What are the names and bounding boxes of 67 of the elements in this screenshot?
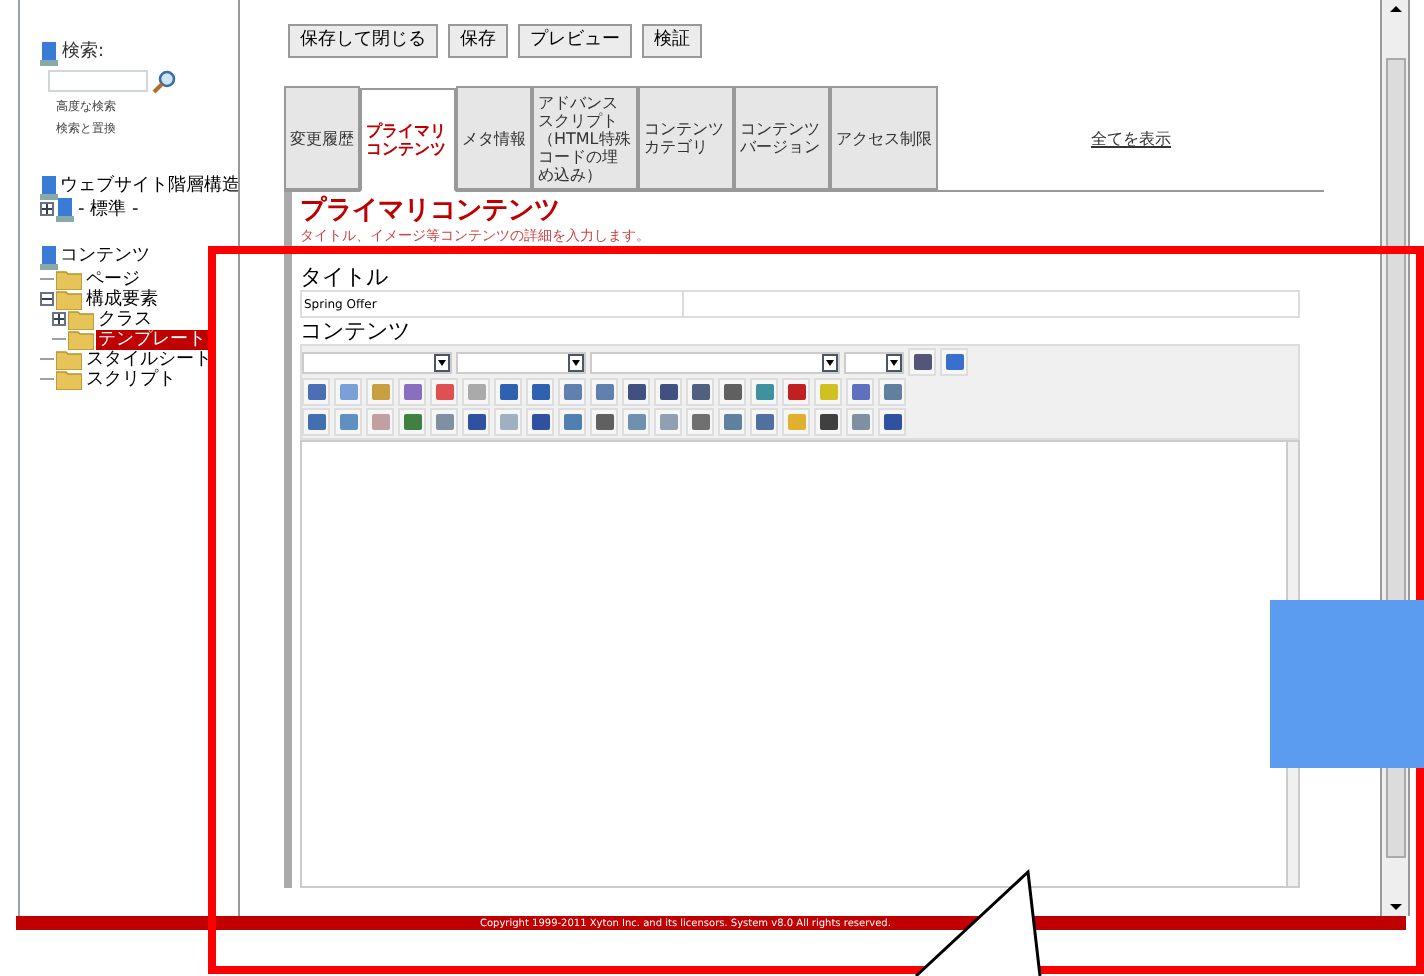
dropdown[interactable] <box>456 351 586 373</box>
tree-root[interactable]: コンテンツ <box>60 246 150 268</box>
editor-tool-icon[interactable] <box>302 378 330 406</box>
editor-tool-icon[interactable] <box>590 408 618 436</box>
tab[interactable]: プライマリコンテンツ <box>360 88 456 192</box>
computer-icon <box>40 41 58 66</box>
editor-tool-icon[interactable] <box>526 378 554 406</box>
tree-item[interactable]: スクリプト <box>84 369 178 389</box>
editor-tool-icon[interactable] <box>654 378 682 406</box>
show-all-link[interactable]: 全てを表示 <box>1091 128 1171 152</box>
tree-item[interactable]: ページ <box>84 269 142 289</box>
computer-icon <box>40 245 58 269</box>
editor-tool-icon[interactable] <box>718 378 746 406</box>
caret-icon <box>822 353 838 371</box>
computer-icon <box>56 197 74 221</box>
dropdown[interactable] <box>302 351 452 373</box>
tab[interactable]: アドバンススクリプト（HTML特殊コードの埋め込み） <box>532 86 638 190</box>
toolbar-button[interactable]: 検証 <box>642 24 702 58</box>
editor-tool-icon[interactable] <box>686 378 714 406</box>
editor-tool-icon[interactable] <box>494 378 522 406</box>
expand-icon[interactable] <box>52 312 66 326</box>
folder-icon <box>56 368 82 390</box>
folder-icon <box>68 328 94 350</box>
editor-tool-icon[interactable] <box>940 348 968 376</box>
content-label: コンテンツ <box>300 318 412 344</box>
tree-item[interactable]: 構成要素 <box>84 289 160 309</box>
toolbar-button[interactable]: プレビュー <box>518 24 632 58</box>
editor-tool-icon[interactable] <box>686 408 714 436</box>
tree-item[interactable]: - 標準 - <box>76 199 141 219</box>
toolbar-button[interactable]: 保存 <box>448 24 508 58</box>
search-field[interactable] <box>48 70 148 92</box>
caret-icon <box>568 353 584 371</box>
search-label: 検索: <box>62 40 105 66</box>
tab[interactable]: コンテンツカテゴリ <box>638 86 734 190</box>
editor-tool-icon[interactable] <box>782 378 810 406</box>
editor-tool-icon[interactable] <box>462 408 490 436</box>
search-icon[interactable] <box>152 69 176 93</box>
tree-root[interactable]: ウェブサイト階層構造 <box>60 176 240 198</box>
editor-tool-icon[interactable] <box>750 408 778 436</box>
tab[interactable]: アクセス制限 <box>830 86 938 190</box>
editor-tool-icon[interactable] <box>622 378 650 406</box>
title-label: タイトル <box>300 266 390 290</box>
dropdown[interactable] <box>590 351 840 373</box>
tab[interactable]: 変更履歴 <box>284 86 360 190</box>
collapse-icon[interactable] <box>40 292 54 306</box>
toolbar-button[interactable]: 保存して閉じる <box>288 24 438 58</box>
editor-tool-icon[interactable] <box>398 408 426 436</box>
tab[interactable]: メタ情報 <box>456 86 532 190</box>
tab[interactable]: コンテンツバージョン <box>734 86 830 190</box>
editor-tool-icon[interactable] <box>302 408 330 436</box>
editor-tool-icon[interactable] <box>908 348 936 376</box>
expand-icon[interactable] <box>40 202 54 216</box>
editor-tool-icon[interactable] <box>846 378 874 406</box>
folder-icon <box>56 268 82 290</box>
caret-icon <box>434 353 450 371</box>
section-heading: プライマリコンテンツ <box>300 196 562 228</box>
dropdown[interactable] <box>844 351 904 373</box>
editor-tool-icon[interactable] <box>878 408 906 436</box>
computer-icon <box>40 175 58 199</box>
editor-tool-icon[interactable] <box>814 408 842 436</box>
tree-item[interactable]: スタイルシート <box>84 349 214 369</box>
editor-tool-icon[interactable] <box>526 408 554 436</box>
tree-item[interactable]: クラス <box>96 309 154 329</box>
folder-icon <box>56 288 82 310</box>
folder-icon <box>56 348 82 370</box>
caret-icon <box>886 353 902 371</box>
folder-icon <box>68 308 94 330</box>
